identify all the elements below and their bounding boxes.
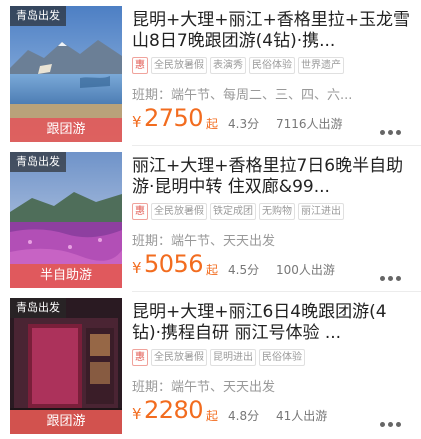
feature-tag: 表演秀 <box>210 57 246 74</box>
feature-tag: 全民放暑假 <box>151 57 207 74</box>
feature-tags: 惠 全民放暑假 铁定成团 无购物 丽江进出 <box>132 203 410 221</box>
price-row: ¥ 2280 起 4.8分 41人出游 <box>132 396 412 428</box>
rating-score: 4.5分 <box>228 263 260 277</box>
product-card[interactable]: 青岛出发 半自助游 丽江+大理+香格里拉7日6晚半自助游·昆明中转 住双廊&99… <box>0 146 421 292</box>
price-value: 5056 <box>144 250 204 278</box>
feature-tag: 全民放暑假 <box>151 203 207 220</box>
travelers-count: 41人出游 <box>276 409 328 423</box>
feature-tag: 全民放暑假 <box>151 349 207 366</box>
feature-tags: 惠 全民放暑假 表演秀 民俗体验 世界遗产 <box>132 57 410 75</box>
product-title[interactable]: 昆明+大理+丽江6日4晚跟团游(4钻)·携程自研 丽江号体验 ... <box>132 302 410 344</box>
product-thumbnail[interactable]: 青岛出发 跟团游 <box>10 6 122 142</box>
departure-city-tag: 青岛出发 <box>10 298 66 318</box>
discount-tag: 惠 <box>132 203 148 220</box>
rating-score: 4.3分 <box>228 117 260 131</box>
feature-tags: 惠 全民放暑假 昆明进出 民俗体验 <box>132 349 410 367</box>
travelers-count: 7116人出游 <box>276 117 343 131</box>
price-value: 2280 <box>144 396 204 424</box>
more-options-icon[interactable] <box>380 120 406 135</box>
feature-tag: 昆明进出 <box>210 349 256 366</box>
price-from-label: 起 <box>206 263 219 277</box>
product-card[interactable]: 青岛出发 跟团游 昆明+大理+丽江6日4晚跟团游(4钻)·携程自研 丽江号体验 … <box>0 292 421 438</box>
more-options-icon[interactable] <box>380 412 406 427</box>
product-title[interactable]: 丽江+大理+香格里拉7日6晚半自助游·昆明中转 住双廊&99... <box>132 156 410 198</box>
product-thumbnail[interactable]: 青岛出发 半自助游 <box>10 152 122 288</box>
more-options-icon[interactable] <box>380 266 406 281</box>
price-row: ¥ 2750 起 4.3分 7116人出游 <box>132 104 412 136</box>
product-thumbnail[interactable]: 青岛出发 跟团游 <box>10 298 122 434</box>
price-from-label: 起 <box>206 409 219 423</box>
product-card[interactable]: 青岛出发 跟团游 昆明+大理+丽江+香格里拉+玉龙雪山8日7晚跟团游(4钻)·携… <box>0 0 421 146</box>
schedule-text: 班期：端午节、每周二、三、四、六... <box>132 88 353 103</box>
travelers-count: 100人出游 <box>276 263 335 277</box>
tour-type-badge: 跟团游 <box>10 410 122 434</box>
product-list: 青岛出发 跟团游 昆明+大理+丽江+香格里拉+玉龙雪山8日7晚跟团游(4钻)·携… <box>0 0 421 439</box>
departure-city-tag: 青岛出发 <box>10 6 66 26</box>
feature-tag: 铁定成团 <box>210 203 256 220</box>
feature-tag: 无购物 <box>259 203 295 220</box>
price-from-label: 起 <box>206 117 219 131</box>
schedule-text: 班期：端午节、天天出发 <box>132 234 276 249</box>
price-value: 2750 <box>144 104 204 132</box>
feature-tag: 民俗体验 <box>249 57 295 74</box>
product-title[interactable]: 昆明+大理+丽江+香格里拉+玉龙雪山8日7晚跟团游(4钻)·携... <box>132 10 410 52</box>
tour-type-badge: 跟团游 <box>10 118 122 142</box>
feature-tag: 世界遗产 <box>298 57 344 74</box>
discount-tag: 惠 <box>132 349 148 366</box>
rating-score: 4.8分 <box>228 409 260 423</box>
currency-symbol: ¥ <box>132 113 142 131</box>
departure-city-tag: 青岛出发 <box>10 152 66 172</box>
price-row: ¥ 5056 起 4.5分 100人出游 <box>132 250 412 282</box>
feature-tag: 丽江进出 <box>298 203 344 220</box>
currency-symbol: ¥ <box>132 259 142 277</box>
discount-tag: 惠 <box>132 57 148 74</box>
schedule-text: 班期：端午节、天天出发 <box>132 380 276 395</box>
feature-tag: 民俗体验 <box>259 349 305 366</box>
tour-type-badge: 半自助游 <box>10 264 122 288</box>
currency-symbol: ¥ <box>132 405 142 423</box>
